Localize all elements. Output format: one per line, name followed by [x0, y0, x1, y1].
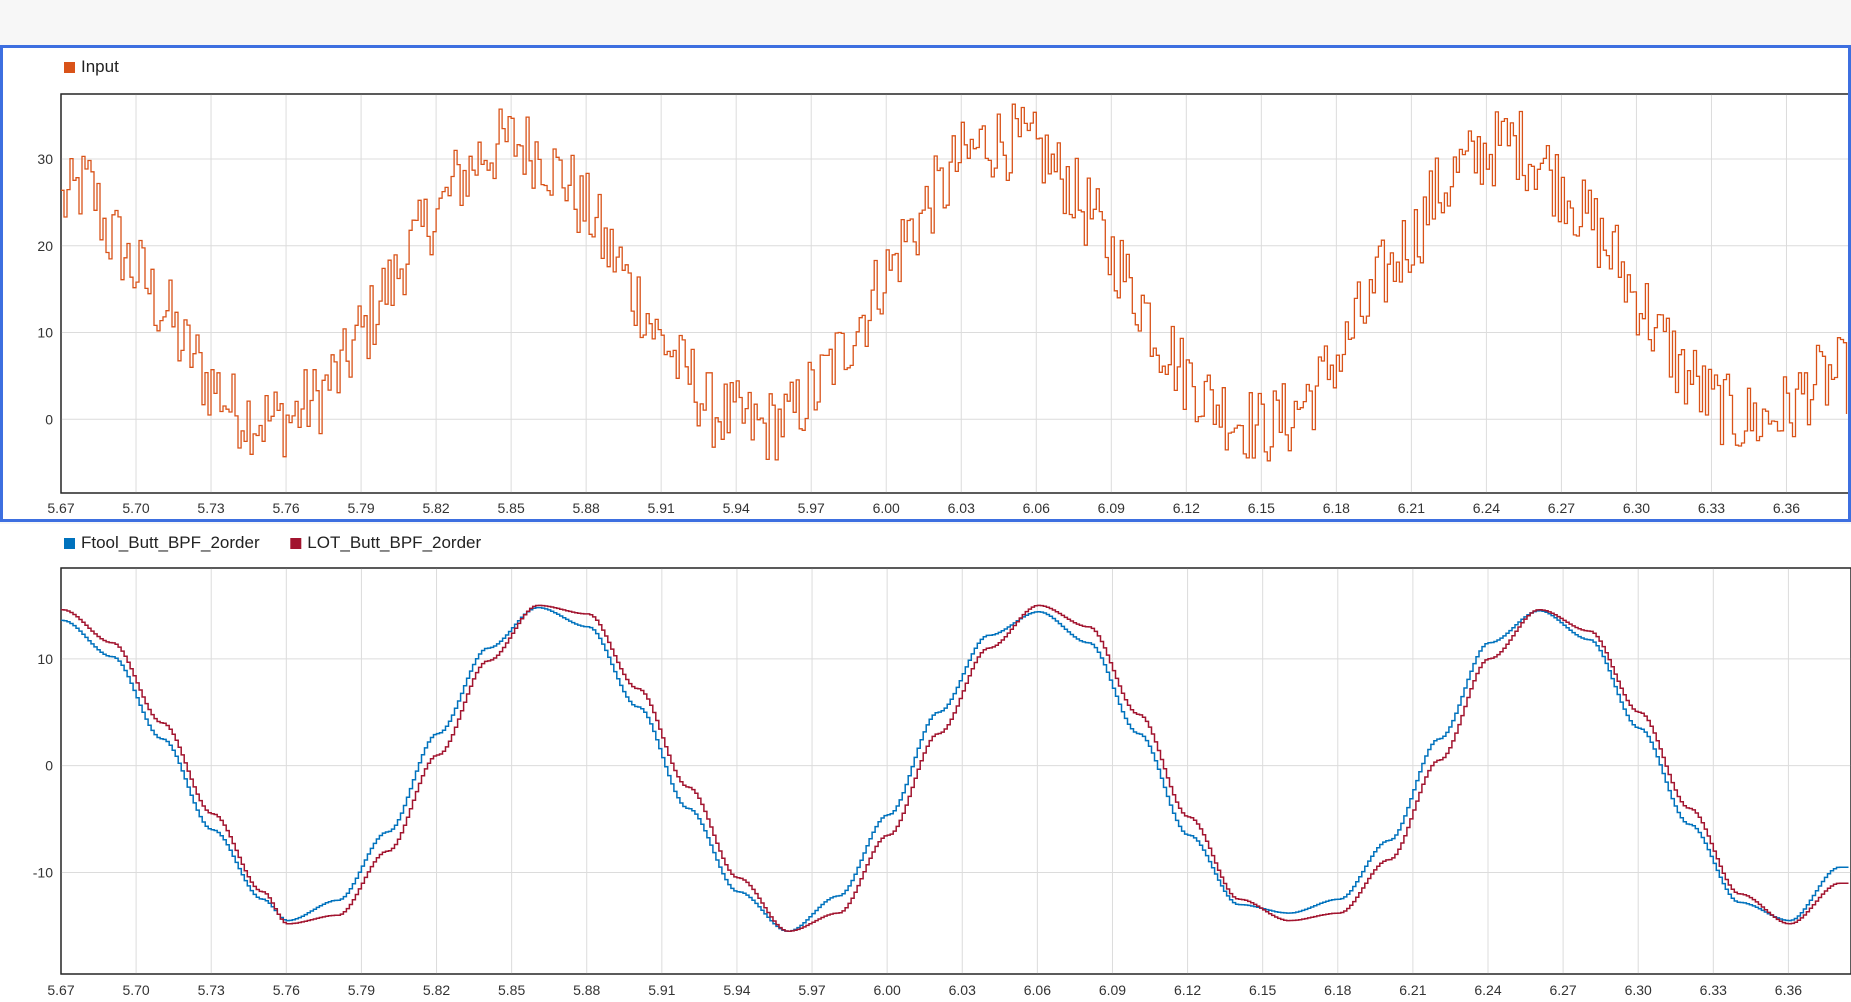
y-tick-label: 0	[45, 758, 53, 774]
x-tick-label: 6.09	[1099, 982, 1126, 998]
x-tick-label: 5.91	[648, 982, 675, 998]
x-tick-label: 6.27	[1548, 500, 1575, 516]
legend-entry[interactable]: Ftool_Butt_BPF_2order	[81, 533, 260, 552]
x-tick-label: 6.18	[1324, 982, 1351, 998]
x-tick-label: 6.12	[1173, 500, 1200, 516]
x-tick-label: 6.06	[1023, 500, 1050, 516]
legend-swatch	[290, 538, 302, 549]
legend-swatch	[64, 538, 75, 549]
x-tick-label: 6.06	[1024, 982, 1051, 998]
y-tick-label: 30	[37, 151, 53, 167]
x-tick-label: 6.30	[1623, 500, 1650, 516]
y-tick-label: 10	[37, 651, 53, 667]
x-tick-label: 6.12	[1174, 982, 1201, 998]
y-tick-label: 20	[37, 238, 53, 254]
x-tick-label: 5.85	[498, 982, 525, 998]
chart-filters-svg: 5.67 5.70 5.73 5.76 5.79 5.82 5.85 5.88 5.91 5.94…	[33, 533, 1851, 998]
x-tick-label: 5.67	[47, 500, 74, 516]
legend-entry[interactable]: Input	[81, 57, 119, 76]
x-tick-label: 5.73	[198, 982, 225, 998]
x-tick-label: 5.82	[423, 982, 450, 998]
x-tick-label: 5.70	[122, 982, 149, 998]
x-tick-label: 5.70	[122, 500, 149, 516]
scope-panel-bottom[interactable]: 5.67 5.70 5.73 5.76 5.79 5.82 5.85 5.88 5.91 5.94…	[0, 524, 1851, 1002]
x-tick-label: 5.97	[798, 500, 825, 516]
chart-input-svg: 5.67 5.70 5.73 5.76 5.79 5.82 5.85 5.88 5.91 5.94…	[37, 57, 1848, 516]
x-tick-label: 6.21	[1399, 982, 1426, 998]
x-tick-label: 5.73	[197, 500, 224, 516]
x-tick-label: 6.00	[874, 982, 901, 998]
x-tick-label: 5.88	[573, 500, 600, 516]
y-tick-label: 10	[37, 325, 53, 341]
x-tick-label: 6.33	[1700, 982, 1727, 998]
x-tick-label: 6.30	[1625, 982, 1652, 998]
x-tick-label: 6.21	[1398, 500, 1425, 516]
plot-area[interactable]	[60, 93, 1848, 494]
x-tick-label: 6.27	[1549, 982, 1576, 998]
y-tick-label: -10	[33, 865, 53, 881]
x-tick-label: 6.00	[873, 500, 900, 516]
x-tick-label: 6.36	[1775, 982, 1802, 998]
x-tick-label: 6.03	[948, 500, 975, 516]
x-tick-label: 5.79	[348, 982, 375, 998]
scope-panel-top[interactable]: 5.67 5.70 5.73 5.76 5.79 5.82 5.85 5.88 5.91 5.94…	[0, 45, 1851, 522]
x-tick-label: 6.33	[1698, 500, 1725, 516]
x-tick-label: 5.76	[273, 982, 300, 998]
x-tick-label: 5.67	[47, 982, 74, 998]
x-tick-label: 5.94	[723, 500, 750, 516]
x-tick-label: 5.88	[573, 982, 600, 998]
x-tick-label: 5.94	[723, 982, 750, 998]
plot-area[interactable]	[60, 567, 1851, 975]
legend-entry[interactable]: LOT_Butt_BPF_2order	[307, 533, 481, 552]
x-tick-label: 6.09	[1098, 500, 1125, 516]
x-tick-label: 5.97	[798, 982, 825, 998]
legend-swatch	[64, 62, 75, 73]
x-tick-label: 5.79	[347, 500, 374, 516]
x-tick-label: 5.82	[422, 500, 449, 516]
x-tick-label: 6.03	[949, 982, 976, 998]
x-tick-label: 6.15	[1249, 982, 1276, 998]
y-tick-label: 0	[45, 411, 53, 427]
x-tick-label: 6.36	[1773, 500, 1800, 516]
x-tick-label: 5.85	[498, 500, 525, 516]
x-tick-label: 5.76	[272, 500, 299, 516]
x-tick-label: 6.15	[1248, 500, 1275, 516]
x-tick-label: 6.24	[1473, 500, 1500, 516]
x-tick-label: 6.18	[1323, 500, 1350, 516]
toolbar-strip	[0, 0, 1851, 44]
x-tick-label: 6.24	[1474, 982, 1501, 998]
x-tick-label: 5.91	[648, 500, 675, 516]
